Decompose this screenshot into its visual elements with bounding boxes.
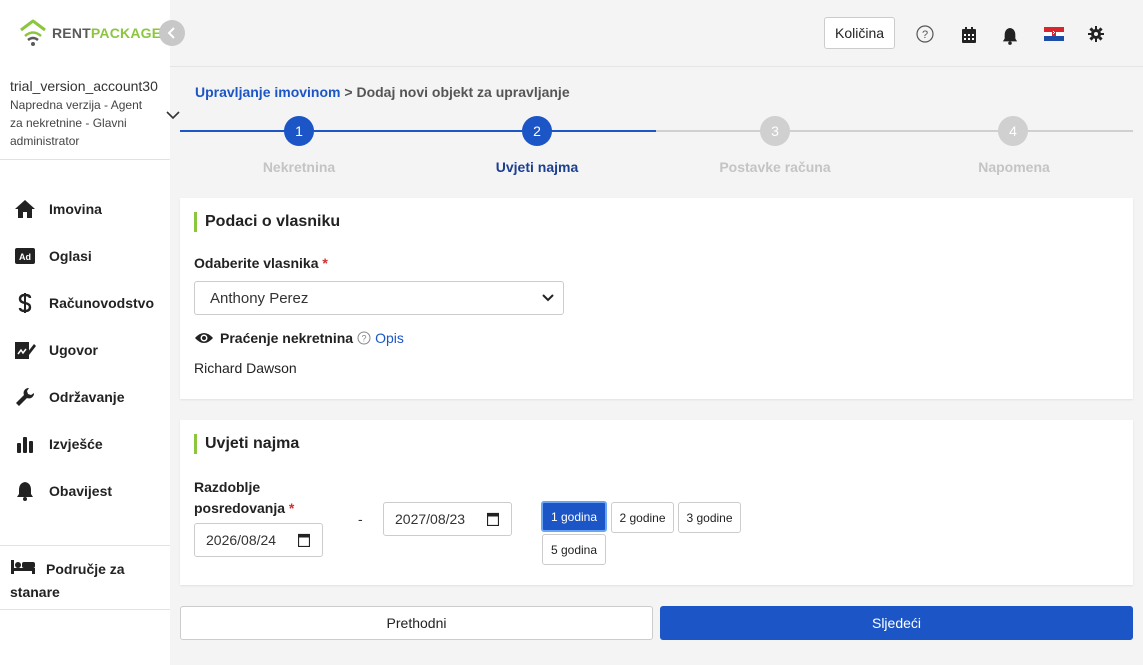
step-3-circle[interactable]: 3	[760, 116, 790, 146]
sidebar-item-odrzavanje[interactable]: Održavanje	[0, 373, 170, 420]
end-date-input[interactable]: 2027/08/23	[383, 502, 512, 536]
breadcrumb: Upravljanje imovinom > Dodaj novi objekt…	[195, 84, 570, 100]
step-2-label: Uvjeti najma	[495, 159, 579, 175]
owner-select-value: Anthony Perez	[210, 289, 309, 307]
stepper-line-completed	[180, 130, 656, 132]
owner-data-card: Podaci o vlasniku Odaberite vlasnika * A…	[180, 198, 1133, 399]
sidebar-item-ugovor[interactable]: Ugovor	[0, 326, 170, 373]
contract-icon	[14, 339, 36, 361]
svg-text:?: ?	[922, 29, 928, 41]
owner-select-label: Odaberite vlasnika *	[194, 255, 328, 271]
bed-icon	[10, 559, 36, 581]
chevron-down-icon	[166, 111, 180, 120]
step-3-label: Postavke računa	[719, 159, 831, 175]
sidebar-item-label: Ugovor	[49, 341, 98, 358]
period-label: Razdoblje posredovanja *	[194, 479, 295, 516]
svg-text:?: ?	[362, 334, 367, 344]
dollar-icon	[14, 292, 36, 314]
description-link[interactable]: Opis	[375, 330, 404, 346]
step-4-circle[interactable]: 4	[998, 116, 1028, 146]
sidebar-item-imovina[interactable]: Imovina	[0, 185, 170, 232]
breadcrumb-parent-link[interactable]: Upravljanje imovinom	[195, 84, 340, 100]
croatia-flag-icon[interactable]	[1044, 27, 1064, 41]
top-bar: Količina ?	[170, 0, 1143, 67]
duration-2-years-button[interactable]: 2 godine	[611, 502, 674, 533]
calendar-icon[interactable]	[962, 27, 976, 43]
sidebar-item-izvjesce[interactable]: Izvješće	[0, 420, 170, 467]
owner-card-title: Podaci o vlasniku	[194, 212, 340, 232]
home-icon	[14, 198, 36, 220]
duration-1-year-button[interactable]: 1 godina	[541, 501, 607, 532]
previous-button[interactable]: Prethodni	[180, 606, 653, 640]
wifi-house-logo-icon	[20, 19, 46, 46]
step-4-label: Napomena	[978, 159, 1050, 175]
progress-stepper: 1 2 3 4 Nekretnina Uvjeti najma Postavke…	[180, 116, 1133, 178]
tracking-label: Praćenje nekretnina	[220, 330, 354, 346]
start-date-value: 2026/08/24	[206, 532, 277, 548]
account-name: trial_version_account30	[10, 78, 158, 94]
sidebar-item-label: Oglasi	[49, 247, 92, 264]
duration-5-years-button[interactable]: 5 godina	[542, 534, 606, 565]
step-1-circle[interactable]: 1	[284, 116, 314, 146]
date-range-separator: -	[358, 511, 363, 527]
wrench-icon	[14, 386, 36, 408]
account-role: Napredna verzija - Agent za nekretnine -…	[10, 98, 143, 148]
logo: RENTPACKAGE	[18, 18, 161, 48]
help-icon[interactable]: ?	[916, 25, 934, 43]
ad-icon: Ad	[14, 245, 36, 267]
help-icon[interactable]: ?	[357, 331, 371, 345]
eye-icon	[195, 333, 213, 343]
account-expand-toggle[interactable]	[166, 107, 180, 123]
tracking-row: Praćenje nekretnina ? Opis	[194, 330, 404, 346]
calendar-icon	[298, 533, 310, 547]
bar-chart-icon	[14, 433, 36, 455]
sidebar-item-obavijest[interactable]: Obavijest	[0, 467, 170, 514]
next-button[interactable]: Sljedeći	[660, 606, 1133, 640]
end-date-value: 2027/08/23	[395, 511, 466, 527]
step-1-label: Nekretnina	[262, 159, 336, 175]
sidebar-collapse-button[interactable]	[159, 20, 185, 46]
svg-text:Ad: Ad	[19, 252, 31, 262]
gear-icon[interactable]	[1088, 26, 1104, 42]
required-mark: *	[322, 255, 328, 271]
bell-icon[interactable]	[1002, 27, 1018, 45]
sidebar-nav: Imovina Ad Oglasi Računovodstvo Ugovor O…	[0, 185, 170, 514]
sidebar-item-label: Računovodstvo	[49, 294, 155, 311]
chevron-down-icon	[542, 294, 554, 302]
bell-icon	[14, 480, 36, 502]
sidebar-item-racunovodstvo[interactable]: Računovodstvo	[0, 279, 170, 326]
start-date-input[interactable]: 2026/08/24	[194, 523, 323, 557]
stepper-line-pending	[656, 130, 1133, 132]
sidebar-item-label: Imovina	[49, 200, 102, 217]
breadcrumb-current: Dodaj novi objekt za upravljanje	[356, 84, 570, 100]
lease-terms-card: Uvjeti najma Razdoblje posredovanja * 20…	[180, 420, 1133, 585]
chevron-left-icon	[167, 27, 175, 39]
required-mark: *	[288, 500, 295, 516]
breadcrumb-separator: >	[344, 84, 353, 100]
lease-card-title: Uvjeti najma	[194, 434, 299, 454]
step-2-circle[interactable]: 2	[522, 116, 552, 146]
calendar-icon	[487, 512, 499, 526]
sidebar-item-label: Izvješće	[49, 435, 103, 452]
brand-name: RENTPACKAGE	[52, 25, 162, 41]
duration-3-years-button[interactable]: 3 godine	[678, 502, 741, 533]
tracker-name: Richard Dawson	[194, 360, 297, 376]
sidebar-item-label: Obavijest	[49, 482, 113, 499]
account-info[interactable]: trial_version_account30 Napredna verzija…	[0, 68, 170, 160]
sidebar: RENTPACKAGE trial_version_account30 Napr…	[0, 0, 170, 665]
sidebar-item-label: Održavanje	[49, 388, 125, 405]
sidebar-item-tenant-area[interactable]: Područje za stanare	[0, 545, 170, 610]
quantity-button[interactable]: Količina	[824, 17, 895, 49]
sidebar-item-oglasi[interactable]: Ad Oglasi	[0, 232, 170, 279]
owner-select[interactable]: Anthony Perez	[194, 281, 564, 315]
